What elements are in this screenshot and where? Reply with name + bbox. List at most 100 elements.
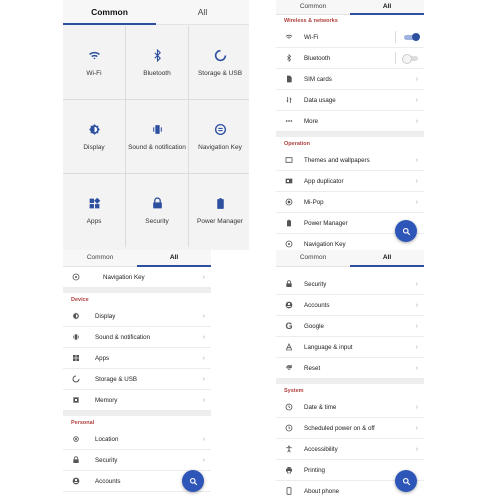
tab-all[interactable]: All: [350, 0, 424, 14]
chevron-right-icon: ›: [202, 354, 205, 362]
tab-common[interactable]: Common: [63, 250, 137, 266]
tab-all[interactable]: All: [350, 250, 424, 266]
list-item-accessibility[interactable]: Accessibility ›: [276, 439, 424, 460]
chevron-right-icon: ›: [202, 333, 205, 341]
search-fab[interactable]: [395, 470, 417, 492]
list-item-label: Storage & USB: [95, 375, 137, 383]
chevron-right-icon: ›: [415, 424, 418, 432]
list-item-app-duplicator[interactable]: App duplicator ›: [276, 171, 424, 192]
list-item-data-usage[interactable]: Data usage ›: [276, 90, 424, 111]
data-usage-icon: [284, 95, 294, 105]
list-item-label: Bluetooth: [304, 54, 331, 62]
list-item-label: Date & time: [304, 403, 337, 411]
list-item-label: Accounts: [304, 301, 330, 309]
list-item-google[interactable]: G Google ›: [276, 316, 424, 337]
sound-icon: [152, 124, 162, 134]
chevron-right-icon: ›: [415, 445, 418, 453]
list-item-label: Language & input: [304, 343, 353, 351]
list-item-reset[interactable]: Reset ›: [276, 358, 424, 379]
list-item-accounts[interactable]: Accounts ›: [276, 295, 424, 316]
search-fab[interactable]: [395, 220, 417, 242]
chevron-right-icon: ›: [415, 280, 418, 288]
list-item-scheduled-power[interactable]: Scheduled power on & off ›: [276, 418, 424, 439]
list-item-security[interactable]: Security ›: [63, 450, 211, 471]
account-icon: [71, 476, 81, 486]
grid-item-sound[interactable]: Sound & notification: [126, 100, 188, 173]
grid-item-label: Bluetooth: [143, 69, 171, 77]
list-item-display[interactable]: Display ›: [63, 306, 211, 327]
memory-icon: [71, 395, 81, 405]
list-item-label: Display: [95, 312, 116, 320]
chevron-right-icon: ›: [415, 177, 418, 185]
themes-icon: [284, 155, 294, 165]
tab-common[interactable]: Common: [276, 250, 350, 266]
tab-common[interactable]: Common: [276, 0, 350, 14]
grid-item-wifi[interactable]: Wi-Fi: [63, 26, 125, 99]
mi-pop-icon: [284, 197, 294, 207]
list-item-language[interactable]: Language & input ›: [276, 337, 424, 358]
grid-item-display[interactable]: Display: [63, 100, 125, 173]
app-duplicator-icon: [284, 176, 294, 186]
grid-item-power-manager[interactable]: Power Manager: [189, 174, 249, 247]
divider: [395, 31, 396, 43]
list-item-sim-cards[interactable]: SIM cards ›: [276, 69, 424, 90]
list-item-bluetooth[interactable]: Bluetooth: [276, 48, 424, 69]
section-header-system: System: [276, 384, 424, 397]
grid-item-label: Display: [83, 143, 105, 151]
list-item-navigation-key[interactable]: Navigation Key ›: [63, 267, 211, 288]
display-icon: [71, 311, 81, 321]
list-item-memory[interactable]: Memory ›: [63, 390, 211, 411]
chevron-right-icon: ›: [202, 273, 205, 281]
scheduled-power-icon: [284, 423, 294, 433]
tab-common[interactable]: Common: [63, 0, 156, 24]
list-item-more[interactable]: More ›: [276, 111, 424, 132]
list-item-wifi[interactable]: Wi-Fi: [276, 27, 424, 48]
wifi-toggle[interactable]: [404, 32, 420, 41]
chevron-right-icon: ›: [415, 117, 418, 125]
section-header-personal: Personal: [63, 416, 211, 429]
list-item-storage[interactable]: Storage & USB ›: [63, 369, 211, 390]
list-item-label: Mi-Pop: [304, 198, 324, 206]
all-list-panel-2: Common All Navigation Key › Device Displ…: [63, 250, 211, 500]
grid-item-navigation-key[interactable]: Navigation Key: [189, 100, 249, 173]
all-list-panel-3: Common All Security › Accounts › G Googl…: [276, 250, 424, 500]
grid-item-label: Navigation Key: [198, 143, 242, 151]
apps-icon: [71, 353, 81, 363]
grid-item-apps[interactable]: Apps: [63, 174, 125, 247]
wifi-icon: [88, 51, 100, 59]
tab-all[interactable]: All: [156, 0, 249, 24]
search-fab[interactable]: [182, 470, 204, 492]
grid-item-label: Security: [145, 217, 169, 225]
bluetooth-toggle[interactable]: [402, 53, 418, 64]
list-item-label: Wi-Fi: [304, 33, 319, 41]
list-item-apps[interactable]: Apps ›: [63, 348, 211, 369]
grid-item-security[interactable]: Security: [126, 174, 188, 247]
list-item-label: App duplicator: [304, 177, 344, 185]
list-item-security[interactable]: Security ›: [276, 274, 424, 295]
search-icon: [402, 477, 410, 485]
list-item-label: Reset: [304, 364, 321, 372]
list-item-location[interactable]: Location ›: [63, 429, 211, 450]
grid-item-label: Storage & USB: [197, 69, 243, 77]
grid-item-storage[interactable]: Storage & USB: [189, 26, 249, 99]
common-grid-panel: Common All Wi-Fi Bluetooth Storage & USB…: [63, 0, 249, 250]
sound-icon: [71, 332, 81, 342]
chevron-right-icon: ›: [202, 312, 205, 320]
chevron-right-icon: ›: [415, 156, 418, 164]
list-item-themes[interactable]: Themes and wallpapers ›: [276, 150, 424, 171]
bluetooth-icon: [284, 53, 294, 63]
navigation-key-icon: [284, 239, 294, 249]
tab-bar: Common All: [63, 250, 211, 267]
display-icon: [88, 123, 100, 135]
grid-item-bluetooth[interactable]: Bluetooth: [126, 26, 188, 99]
active-tab-indicator: [350, 13, 424, 15]
tab-all[interactable]: All: [137, 250, 211, 266]
list-item-date-time[interactable]: Date & time ›: [276, 397, 424, 418]
list-item-label: Google: [304, 322, 324, 330]
accessibility-icon: [284, 444, 294, 454]
language-icon: [284, 342, 294, 352]
list-item-label: Navigation Key: [103, 273, 145, 281]
list-item-sound[interactable]: Sound & notification ›: [63, 327, 211, 348]
list-item-mi-pop[interactable]: Mi-Pop ›: [276, 192, 424, 213]
reset-icon: [284, 363, 294, 373]
